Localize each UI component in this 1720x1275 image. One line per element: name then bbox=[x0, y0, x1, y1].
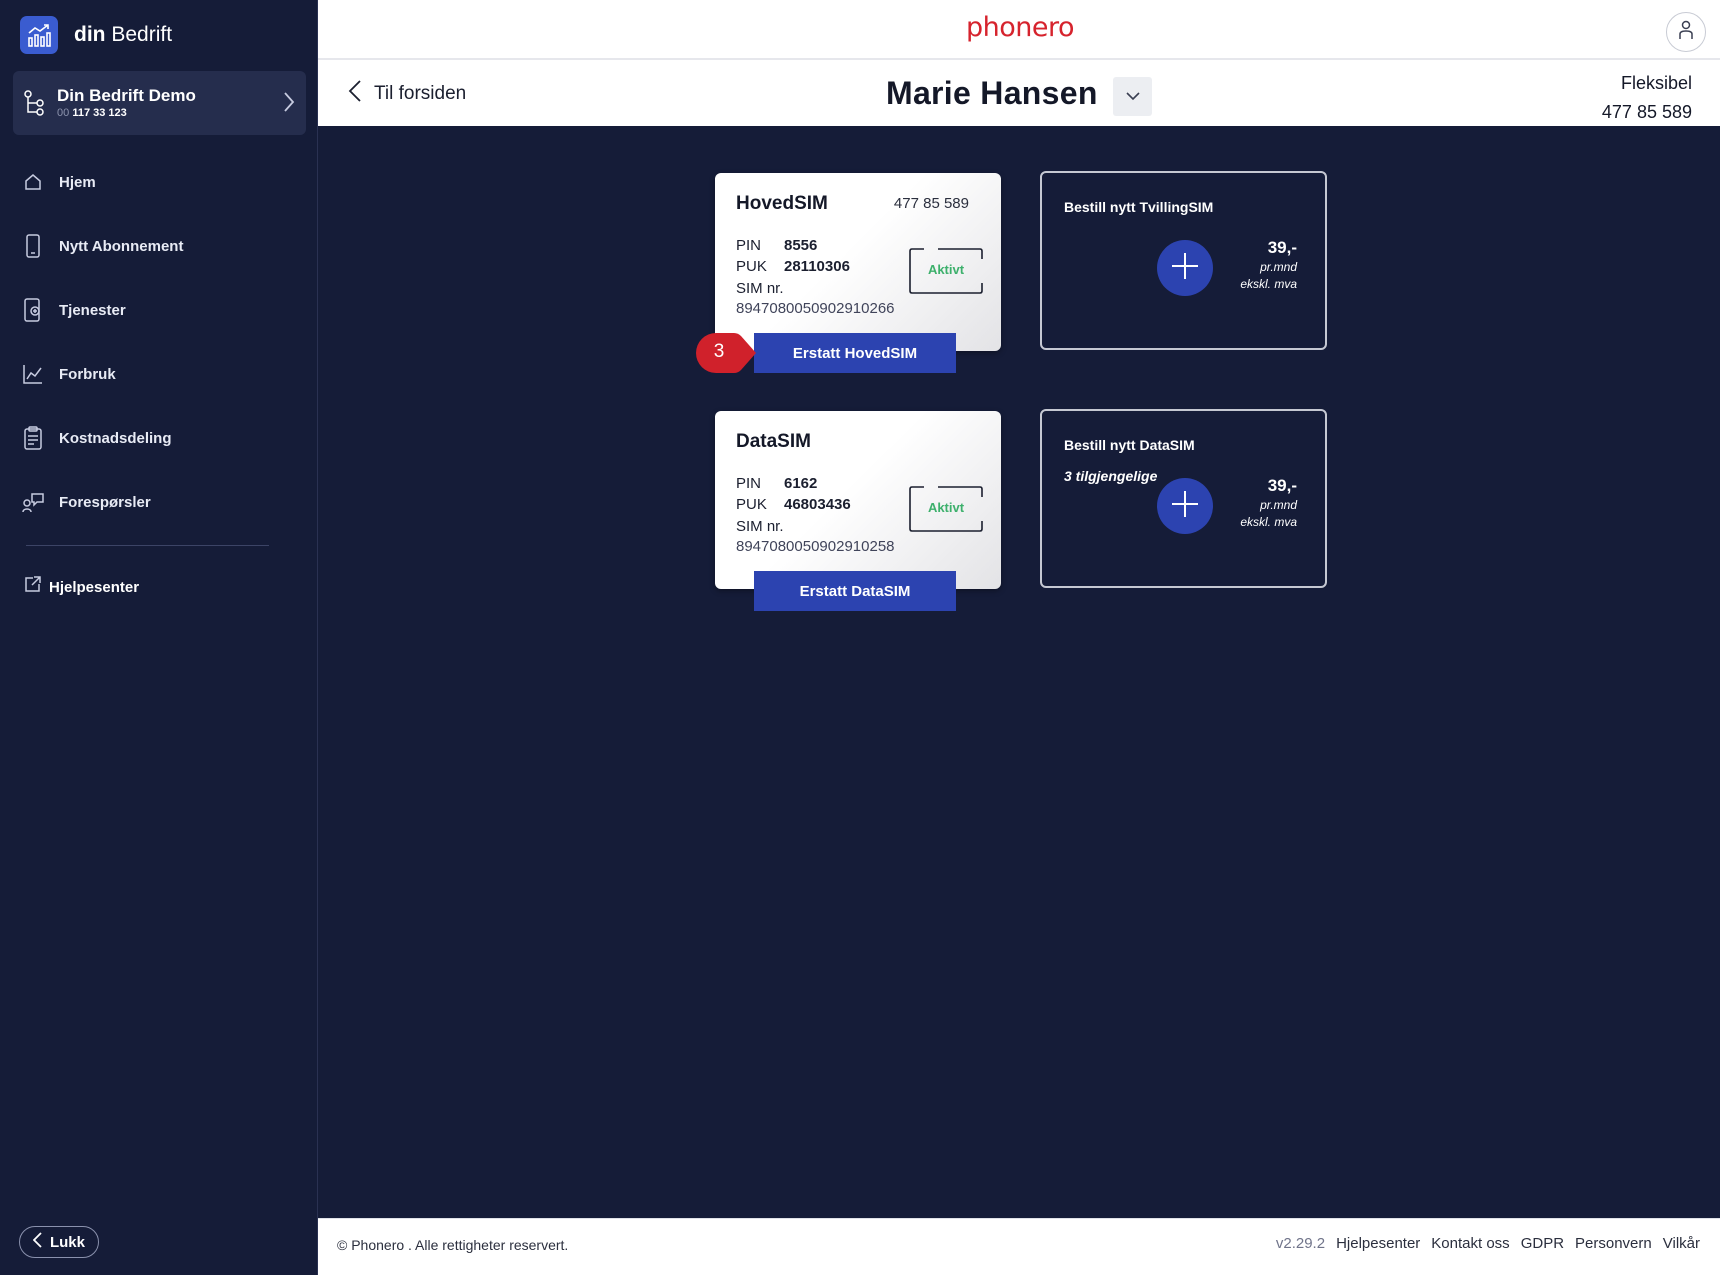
sidebar: din Bedrift Din Bedrift Demo 00 117 33 1… bbox=[0, 0, 318, 1275]
step-number: 3 bbox=[713, 341, 725, 362]
sim-number-block: SIM nr. 8947080050902910258 bbox=[736, 518, 895, 555]
sim-pin: PIN 6162 bbox=[736, 475, 818, 492]
company-selector[interactable]: Din Bedrift Demo 00 117 33 123 bbox=[13, 71, 306, 135]
sim-puk: PUK 46803436 bbox=[736, 496, 851, 513]
footer-link-hjelpesenter[interactable]: Hjelpesenter bbox=[1336, 1235, 1420, 1252]
clipboard-icon bbox=[22, 426, 44, 450]
plus-icon bbox=[1171, 490, 1199, 523]
plan-name: Fleksibel bbox=[1620, 73, 1692, 93]
user-icon bbox=[1677, 19, 1695, 46]
usage-icon bbox=[22, 362, 44, 386]
price: 39,- pr.mnd ekskl. mva bbox=[1240, 238, 1297, 291]
chevron-left-icon bbox=[348, 79, 362, 108]
footer-link-kontakt[interactable]: Kontakt oss bbox=[1431, 1235, 1509, 1252]
order-data-sim-card[interactable]: Bestill nytt DataSIM 3 tilgjengelige 39,… bbox=[1040, 409, 1327, 588]
company-org-number: 00 117 33 123 bbox=[57, 107, 127, 119]
home-icon bbox=[22, 170, 44, 194]
sim-iccid: 8947080050902910258 bbox=[736, 538, 895, 555]
add-data-sim-button[interactable] bbox=[1157, 478, 1213, 534]
order-twin-sim-card[interactable]: Bestill nytt TvillingSIM 39,- pr.mnd eks… bbox=[1040, 171, 1327, 350]
brand-name: din Bedrift bbox=[74, 23, 173, 46]
sim-iccid: 8947080050902910266 bbox=[736, 300, 895, 317]
status-badge: Aktivt bbox=[927, 262, 965, 277]
chevron-left-icon bbox=[32, 1231, 42, 1253]
version-label: v2.29.2 bbox=[1275, 1235, 1326, 1252]
subscription-info: Fleksibel 477 85 589 bbox=[1602, 69, 1692, 127]
plus-icon bbox=[1171, 252, 1199, 285]
sidebar-item-label: Forespørsler bbox=[59, 493, 151, 511]
sidebar-item-tjenester[interactable]: Tjenester bbox=[0, 278, 318, 342]
sim-chip-icon: Aktivt bbox=[908, 247, 984, 295]
available-count: 3 tilgjengelige bbox=[1064, 468, 1158, 484]
requests-icon bbox=[22, 490, 44, 514]
chevron-right-icon bbox=[282, 90, 296, 119]
sim-phone-number: 477 85 589 bbox=[893, 195, 969, 212]
sidebar-item-label: Nytt Abonnement bbox=[59, 237, 184, 255]
main-sim-card: HovedSIM 477 85 589 PIN 8556 PUK 28110306 … bbox=[715, 173, 1001, 351]
chevron-down-icon bbox=[1125, 88, 1140, 106]
back-to-home-link[interactable]: Til forsiden bbox=[348, 79, 466, 108]
services-icon bbox=[22, 298, 44, 322]
data-sim-card: DataSIM PIN 6162 PUK 46803436 SIM nr. 8947… bbox=[715, 411, 1001, 589]
page-title: Marie Hansen bbox=[886, 75, 1098, 111]
brand[interactable]: din Bedrift bbox=[20, 16, 172, 54]
sim-puk: PUK 28110306 bbox=[736, 258, 850, 275]
hierarchy-icon bbox=[23, 88, 49, 118]
person-dropdown-button[interactable] bbox=[1113, 77, 1152, 116]
sidebar-item-hjem[interactable]: Hjem bbox=[0, 150, 318, 214]
add-twin-sim-button[interactable] bbox=[1157, 240, 1213, 296]
price: 39,- pr.mnd ekskl. mva bbox=[1240, 476, 1297, 529]
sidebar-help-link[interactable]: Hjelpesenter bbox=[24, 576, 139, 598]
chart-icon bbox=[20, 16, 58, 54]
sim-number-block: SIM nr. 8947080050902910266 bbox=[736, 280, 895, 317]
sidebar-item-nytt-abonnement[interactable]: Nytt Abonnement bbox=[0, 214, 318, 278]
footer-link-vilkar[interactable]: Vilkår bbox=[1663, 1235, 1700, 1252]
sidebar-item-label: Hjem bbox=[59, 173, 96, 191]
sidebar-item-label: Forbruk bbox=[59, 365, 116, 383]
step-marker: 3 bbox=[694, 331, 760, 375]
order-title: Bestill nytt DataSIM bbox=[1064, 437, 1195, 453]
status-badge: Aktivt bbox=[927, 500, 965, 515]
footer-link-personvern[interactable]: Personvern bbox=[1575, 1235, 1652, 1252]
sim-pin: PIN 8556 bbox=[736, 237, 818, 254]
plan-phone-number: 477 85 589 bbox=[1601, 102, 1692, 122]
copyright: © Phonero . Alle rettigheter reservert. bbox=[337, 1237, 569, 1253]
sidebar-item-label: Tjenester bbox=[59, 301, 126, 319]
footer-link-gdpr[interactable]: GDPR bbox=[1521, 1235, 1564, 1252]
footer: © Phonero . Alle rettigheter reservert. … bbox=[318, 1218, 1720, 1275]
replace-main-sim-button[interactable]: Erstatt HovedSIM bbox=[754, 333, 956, 373]
user-menu-button[interactable] bbox=[1666, 12, 1706, 52]
main-content: HovedSIM 477 85 589 PIN 8556 PUK 28110306 … bbox=[318, 126, 1720, 1218]
sidebar-divider bbox=[26, 545, 269, 546]
replace-data-sim-button[interactable]: Erstatt DataSIM bbox=[754, 571, 956, 611]
sidebar-item-foresporsler[interactable]: Forespørsler bbox=[0, 470, 318, 534]
subheader: Til forsiden Marie Hansen Fleksibel 477 … bbox=[318, 62, 1720, 126]
external-link-icon bbox=[24, 576, 41, 598]
sidebar-item-forbruk[interactable]: Forbruk bbox=[0, 342, 318, 406]
close-sidebar-button[interactable]: Lukk bbox=[19, 1226, 99, 1258]
order-title: Bestill nytt TvillingSIM bbox=[1064, 199, 1214, 215]
sidebar-nav: Hjem Nytt Abonnement Tjenester Forbruk K… bbox=[0, 150, 318, 534]
topbar: phonero bbox=[318, 0, 1720, 60]
company-name: Din Bedrift Demo bbox=[57, 86, 196, 105]
sim-chip-icon: Aktivt bbox=[908, 485, 984, 533]
sim-title: DataSIM bbox=[736, 431, 811, 452]
phonero-logo[interactable]: phonero bbox=[966, 12, 1075, 43]
sim-title: HovedSIM bbox=[736, 193, 828, 214]
sidebar-item-kostnadsdeling[interactable]: Kostnadsdeling bbox=[0, 406, 318, 470]
phone-icon bbox=[22, 234, 44, 258]
sidebar-item-label: Kostnadsdeling bbox=[59, 429, 172, 447]
footer-links: v2.29.2 Hjelpesenter Kontakt oss GDPR Pe… bbox=[1276, 1235, 1700, 1252]
